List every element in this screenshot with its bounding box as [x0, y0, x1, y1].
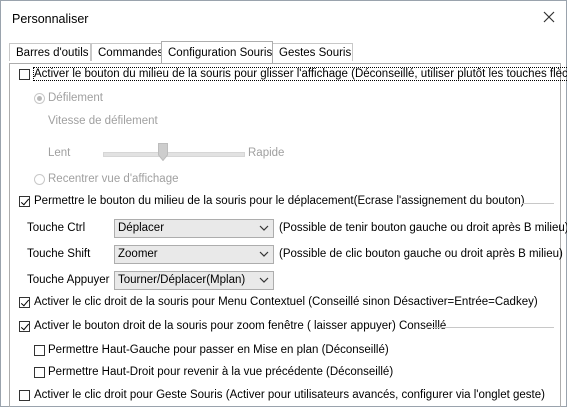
right-click-menu-checkbox[interactable]	[19, 297, 30, 308]
right-button-zoom-label[interactable]: Activer le bouton droit de la souris pou…	[34, 320, 446, 332]
scroll-radio[interactable]	[34, 93, 45, 104]
ctrl-key-note: (Possible de tenir bouton gauche ou droi…	[279, 222, 567, 234]
scroll-radio-label: Défilement	[48, 92, 103, 104]
top-left-plan-label[interactable]: Permettre Haut-Gauche pour passer en Mis…	[48, 344, 389, 356]
top-left-plan-checkbox[interactable]	[34, 345, 45, 356]
middle-button-pan-label[interactable]: Activer le bouton du milieu de la souris…	[32, 67, 567, 81]
tab-mouse-gestures[interactable]: Gestes Souris	[272, 43, 353, 61]
speed-fast-label: Rapide	[248, 147, 285, 159]
recenter-radio-label: Recentrer vue d'affichage	[48, 173, 179, 185]
speed-slow-label: Lent	[48, 147, 71, 159]
shift-key-value: Zoomer	[118, 248, 158, 260]
recenter-radio[interactable]	[34, 174, 45, 185]
shift-key-label: Touche Shift	[27, 248, 91, 260]
shift-key-select[interactable]: Zoomer	[114, 245, 274, 264]
right-click-gesture-checkbox[interactable]	[19, 390, 30, 401]
middle-button-move-checkbox[interactable]	[19, 196, 30, 207]
close-icon[interactable]	[541, 9, 557, 25]
tab-toolbars[interactable]: Barres d'outils	[9, 43, 91, 61]
chevron-down-icon	[259, 277, 269, 283]
top-right-prev-checkbox[interactable]	[34, 367, 45, 378]
right-click-gesture-label[interactable]: Activer le clic droit pour Geste Souris …	[34, 389, 545, 401]
press-key-label: Touche Appuyer	[27, 274, 110, 286]
ctrl-key-label: Touche Ctrl	[27, 222, 86, 234]
separator	[522, 203, 554, 204]
chevron-down-icon	[259, 225, 269, 231]
shift-key-note: (Possible de clic bouton gauche ou droit…	[279, 248, 563, 260]
right-click-menu-label[interactable]: Activer le clic droit de la souris pour …	[34, 296, 538, 308]
scroll-speed-thumb[interactable]	[158, 143, 168, 161]
middle-button-pan-checkbox[interactable]	[19, 69, 30, 80]
tab-label: Barres d'outils	[16, 47, 89, 59]
tab-mouse-config[interactable]: Configuration Souris	[161, 41, 273, 63]
scroll-speed-track	[103, 152, 245, 157]
separator	[426, 327, 554, 328]
press-key-select[interactable]: Tourner/Déplacer(Mplan)	[114, 271, 274, 290]
press-key-value: Tourner/Déplacer(Mplan)	[118, 274, 246, 286]
customize-dialog: Personnaliser Barres d'outils Commandes …	[0, 0, 567, 407]
middle-button-move-label[interactable]: Permettre le bouton du milieu de la sour…	[34, 195, 525, 207]
ctrl-key-value: Déplacer	[118, 222, 165, 234]
chevron-down-icon	[259, 251, 269, 257]
ctrl-key-select[interactable]: Déplacer	[114, 219, 274, 238]
tab-label: Commandes	[98, 47, 164, 59]
right-button-zoom-checkbox[interactable]	[19, 321, 30, 332]
tab-label: Configuration Souris	[168, 47, 273, 59]
tab-commands[interactable]: Commandes	[91, 43, 164, 61]
scroll-speed-label: Vitesse de défilement	[48, 115, 158, 127]
tab-label: Gestes Souris	[279, 47, 352, 59]
top-right-prev-label[interactable]: Permettre Haut-Droit pour revenir à la v…	[48, 366, 393, 378]
dialog-title: Personnaliser	[12, 12, 89, 26]
